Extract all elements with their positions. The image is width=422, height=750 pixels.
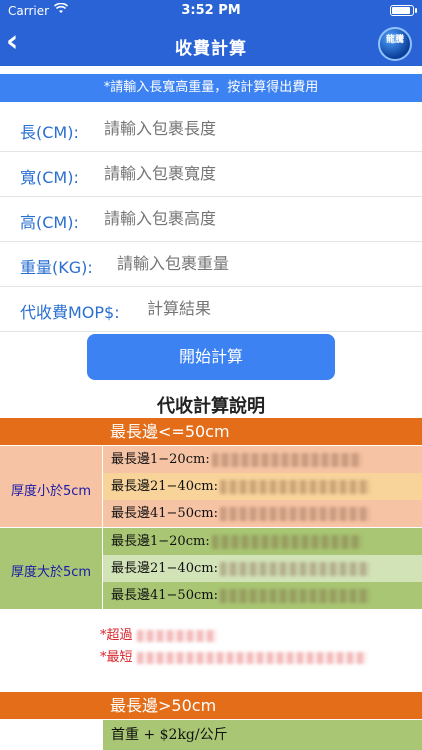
notice-banner: *請輸入長寬高重量，按計算得出費用 — [0, 74, 422, 102]
thick-row-2-label: 最長邊21−40cm: — [111, 561, 218, 576]
note-1: *超過 — [100, 624, 217, 643]
thin-row-2: 最長邊21−40cm: — [103, 473, 422, 500]
logo-text: 龍騰 — [385, 35, 404, 45]
explain-title: 代收計算說明 — [157, 396, 265, 417]
redacted-text — [211, 452, 362, 467]
battery-icon — [390, 5, 417, 16]
redacted-text — [219, 506, 370, 521]
thin-row-2-label: 最長邊21−40cm: — [111, 479, 218, 494]
band-max-gt-50: 最長邊>50cm — [0, 692, 422, 719]
first-weight-row: 首重 + $2kg/公斤 — [103, 720, 422, 750]
note-2: *最短 — [100, 646, 367, 665]
weight-label: 重量(KG): — [20, 258, 93, 277]
band-max-gt-50-label: 最長邊>50cm — [110, 696, 217, 715]
redacted-text — [136, 629, 217, 642]
note-2-label: *最短 — [100, 650, 133, 665]
app-logo: 龍騰 — [378, 27, 412, 61]
length-label: 長(CM): — [20, 123, 79, 142]
footer-spacer — [0, 720, 102, 750]
width-row: 寬(CM): — [0, 152, 422, 197]
fee-result-field — [147, 299, 407, 318]
page-title: 收費計算 — [175, 39, 247, 59]
redacted-text — [219, 588, 370, 603]
width-label: 寬(CM): — [20, 168, 79, 187]
height-row: 高(CM): — [0, 197, 422, 242]
thick-row-1-label: 最長邊1−20cm: — [111, 534, 210, 549]
thin-row-3-label: 最長邊41−50cm: — [111, 506, 218, 521]
redacted-text — [211, 534, 362, 549]
length-row: 長(CM): — [0, 107, 422, 152]
thick-row-3: 最長邊41−50cm: — [103, 582, 422, 609]
weight-row: 重量(KG): — [0, 242, 422, 287]
fee-row: 代收費MOP$: — [0, 287, 422, 332]
band-max-le-50: 最長邊<=50cm — [0, 418, 422, 445]
thin-row-3: 最長邊41−50cm: — [103, 500, 422, 527]
fee-label: 代收費MOP$: — [20, 303, 120, 322]
band-max-le-50-label: 最長邊<=50cm — [110, 422, 230, 441]
thick-row-3-label: 最長邊41−50cm: — [111, 588, 218, 603]
redacted-text — [136, 651, 367, 664]
clock: 3:52 PM — [181, 3, 241, 18]
width-input[interactable] — [104, 164, 404, 183]
thin-row-1: 最長邊1−20cm: — [103, 446, 422, 473]
note-1-label: *超過 — [100, 628, 133, 643]
thick-row-2: 最長邊21−40cm: — [103, 555, 422, 582]
nav-bar: ‹ 收費計算 龍騰 — [0, 22, 422, 66]
redacted-text — [219, 479, 370, 494]
height-label: 高(CM): — [20, 213, 79, 232]
thick-group-label: 厚度大於5cm — [10, 565, 92, 580]
thick-row-1: 最長邊1−20cm: — [103, 528, 422, 555]
calculate-button[interactable]: 開始計算 — [87, 334, 335, 380]
height-input[interactable] — [104, 209, 404, 228]
thin-group-label: 厚度小於5cm — [10, 484, 92, 499]
length-input[interactable] — [104, 119, 404, 138]
redacted-text — [219, 561, 370, 576]
status-bar: Carrier 3:52 PM — [0, 0, 422, 22]
thin-row-1-label: 最長邊1−20cm: — [111, 452, 210, 467]
top-bar: Carrier 3:52 PM ‹ 收費計算 龍騰 — [0, 0, 422, 66]
weight-input[interactable] — [117, 254, 407, 273]
